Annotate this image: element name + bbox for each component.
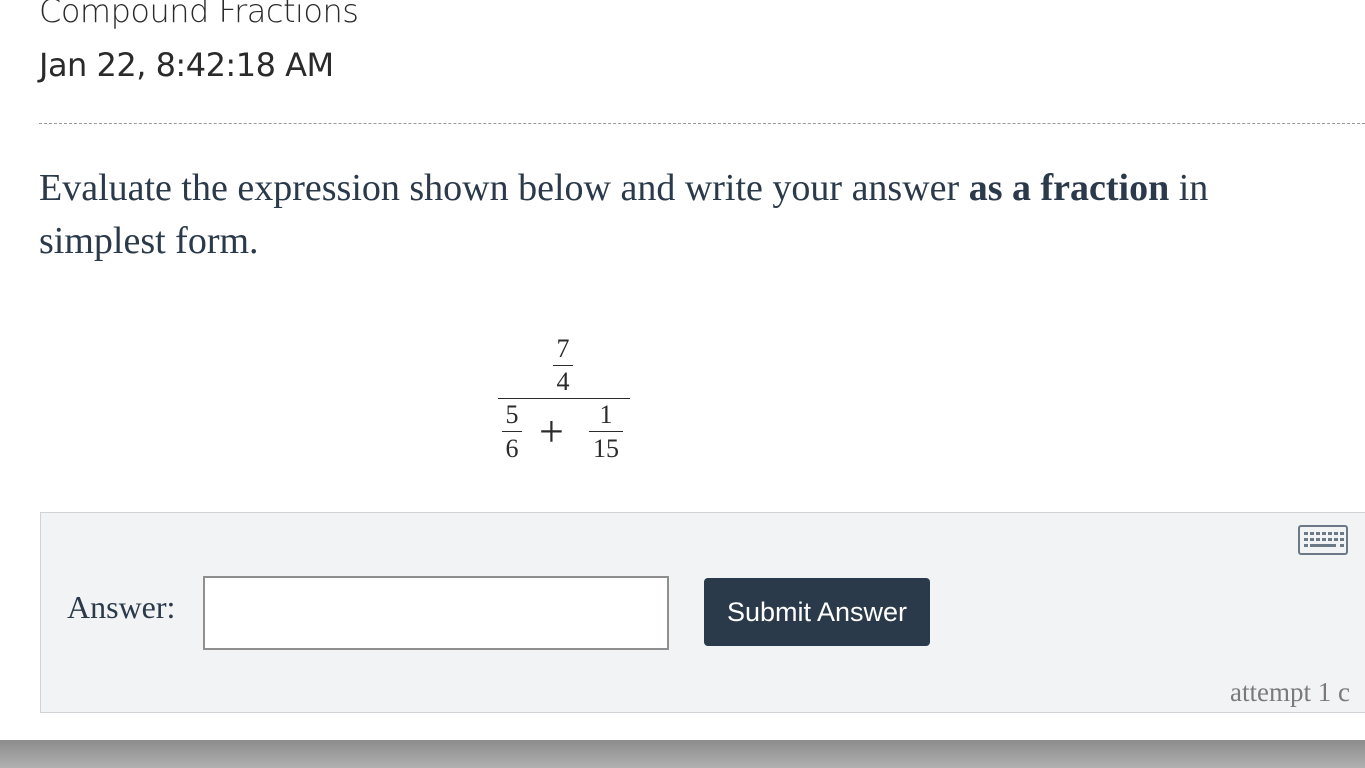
attempt-counter: attempt 1 c	[1230, 677, 1350, 707]
page-title: Compound Fractions	[39, 0, 359, 30]
assignment-page: Compound Fractions Jan 22, 8:42:18 AM Ev…	[0, 0, 1365, 740]
right-denominator: 15	[593, 434, 619, 463]
plus-operator: +	[539, 407, 564, 456]
right-fraction-bar	[589, 431, 623, 432]
question-prompt: Evaluate the expression shown below and …	[39, 162, 1339, 268]
main-fraction-bar	[498, 398, 630, 399]
question-text-before: Evaluate the expression shown below and …	[39, 167, 969, 209]
answer-label: Answer:	[67, 589, 176, 625]
submit-answer-button[interactable]: Submit Answer	[704, 578, 930, 646]
left-denominator: 6	[505, 434, 519, 463]
answer-input[interactable]	[203, 576, 669, 650]
top-denominator: 4	[556, 367, 570, 396]
background-backdrop	[0, 740, 1365, 768]
top-fraction-bar	[553, 365, 573, 366]
left-numerator: 5	[505, 400, 519, 429]
question-emphasis: as a fraction	[968, 167, 1170, 209]
keyboard-icon[interactable]	[1298, 525, 1348, 555]
dashed-divider	[39, 123, 1365, 124]
right-numerator: 1	[599, 400, 613, 429]
compound-fraction-expression: 7 4 5 6 + 1 15	[498, 334, 630, 464]
top-numerator: 7	[556, 334, 570, 363]
timestamp: Jan 22, 8:42:18 AM	[39, 46, 334, 84]
left-fraction-bar	[502, 431, 522, 432]
